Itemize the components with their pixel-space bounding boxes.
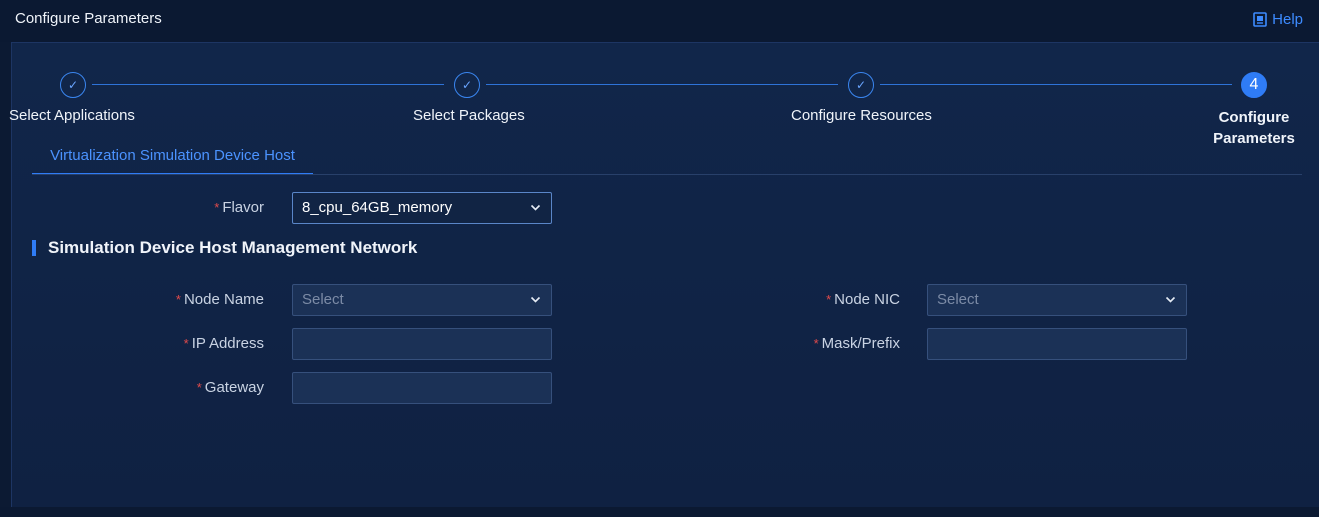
step-connector-1 bbox=[92, 84, 444, 85]
required-mark: * bbox=[175, 292, 181, 307]
flavor-value: 8_cpu_64GB_memory bbox=[302, 199, 453, 216]
help-link[interactable]: Help bbox=[1253, 11, 1303, 28]
step-2-check-icon: ✓ bbox=[454, 72, 480, 98]
step-1-label: Select Applications bbox=[9, 107, 135, 124]
gateway-input[interactable] bbox=[292, 372, 552, 404]
help-label: Help bbox=[1272, 11, 1303, 28]
top-bar bbox=[0, 0, 1319, 42]
step-1-check-icon: ✓ bbox=[60, 72, 86, 98]
required-mark: * bbox=[813, 336, 819, 351]
chevron-down-icon bbox=[1165, 296, 1176, 303]
mask-prefix-label: * Mask/Prefix bbox=[813, 335, 900, 352]
required-mark: * bbox=[196, 380, 202, 395]
node-nic-label: * Node NIC bbox=[826, 291, 900, 308]
flavor-select[interactable]: 8_cpu_64GB_memory bbox=[292, 192, 552, 224]
chevron-down-icon bbox=[530, 296, 541, 303]
flavor-label: * Flavor bbox=[214, 199, 264, 216]
node-nic-select[interactable]: Select bbox=[927, 284, 1187, 316]
step-4-label: Configure Parameters bbox=[1213, 109, 1295, 147]
main-panel bbox=[11, 42, 1319, 507]
step-connector-3 bbox=[880, 84, 1232, 85]
tab-divider bbox=[32, 174, 1302, 175]
section-title: Simulation Device Host Management Networ… bbox=[48, 238, 418, 257]
mask-prefix-input[interactable] bbox=[927, 328, 1187, 360]
node-nic-placeholder: Select bbox=[937, 291, 979, 308]
bottom-strip bbox=[0, 507, 1319, 517]
section-accent-bar bbox=[32, 240, 36, 256]
step-connector-2 bbox=[486, 84, 838, 85]
step-3-label: Configure Resources bbox=[791, 107, 932, 124]
required-mark: * bbox=[214, 200, 220, 215]
ip-address-input[interactable] bbox=[292, 328, 552, 360]
step-4-number: 4 bbox=[1241, 72, 1267, 98]
node-name-label: * Node Name bbox=[175, 291, 264, 308]
node-name-placeholder: Select bbox=[302, 291, 344, 308]
chevron-down-icon bbox=[530, 204, 541, 211]
page-title: Configure Parameters bbox=[15, 10, 162, 27]
help-book-icon bbox=[1253, 12, 1267, 27]
node-name-select[interactable]: Select bbox=[292, 284, 552, 316]
step-2-label: Select Packages bbox=[413, 107, 525, 124]
step-3-check-icon: ✓ bbox=[848, 72, 874, 98]
required-mark: * bbox=[183, 336, 189, 351]
ip-address-label: * IP Address bbox=[183, 335, 264, 352]
gateway-label: * Gateway bbox=[196, 379, 264, 396]
tab-virtualization-simulation-device-host[interactable]: Virtualization Simulation Device Host bbox=[32, 140, 313, 175]
required-mark: * bbox=[826, 292, 832, 307]
